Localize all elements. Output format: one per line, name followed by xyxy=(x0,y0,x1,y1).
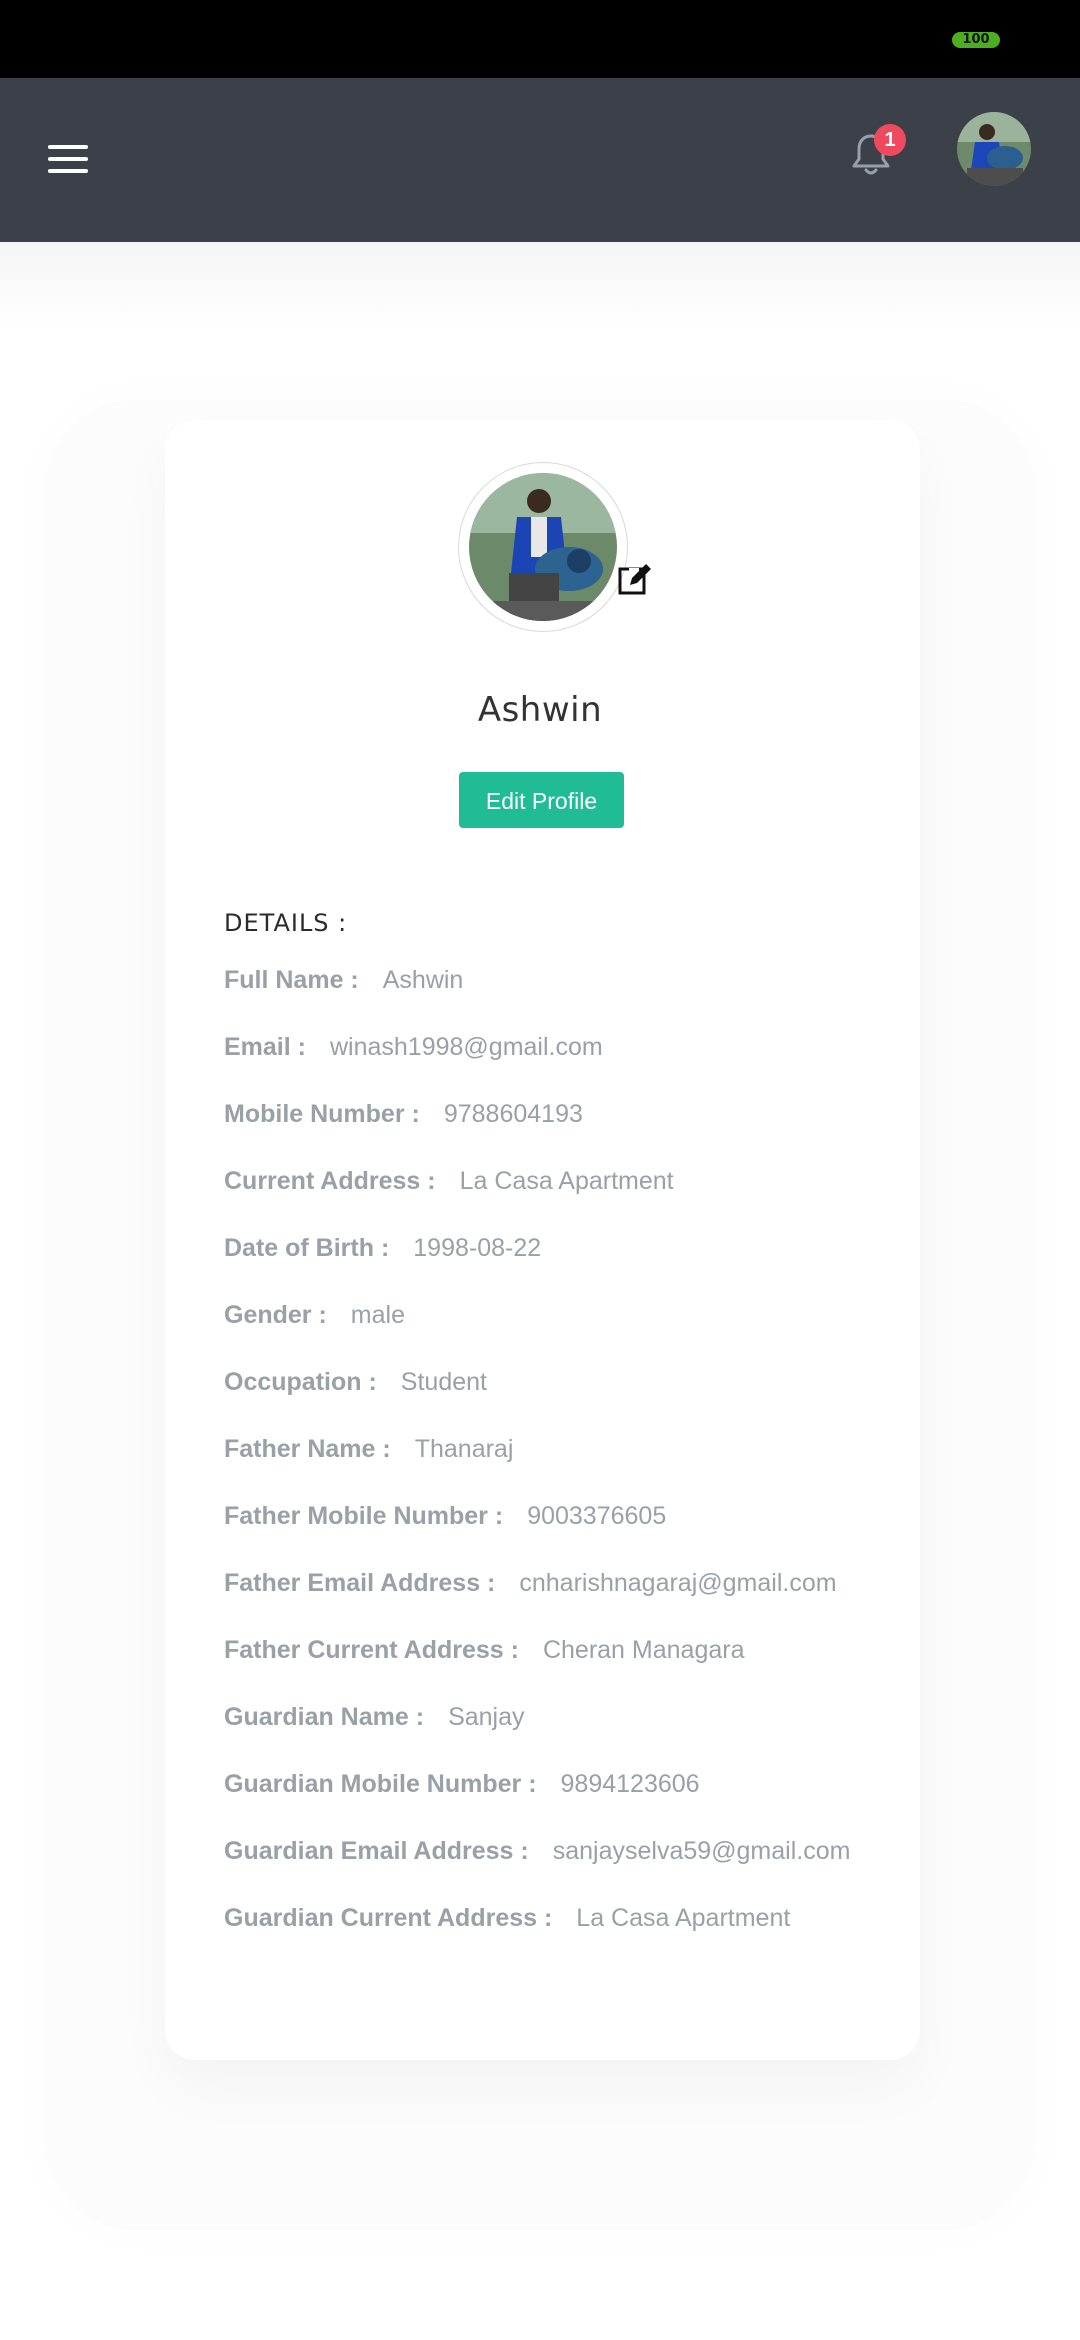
detail-row-guardian-mobile-number: Guardian Mobile Number : 9894123606 xyxy=(224,1770,700,1799)
detail-value: Thanaraj xyxy=(414,1435,514,1463)
hamburger-menu-icon[interactable] xyxy=(48,143,92,179)
detail-row-occupation: Occupation : Student xyxy=(224,1368,487,1397)
detail-row-father-address: Father Current Address : Cheran Managara xyxy=(224,1636,744,1665)
detail-value: 9894123606 xyxy=(560,1770,700,1798)
detail-row-gender: Gender : male xyxy=(224,1301,405,1330)
detail-label: Gender : xyxy=(224,1301,327,1329)
detail-value: sanjayselva59@gmail.com xyxy=(552,1837,851,1865)
detail-row-full-name: Full Name : Ashwin xyxy=(224,966,463,995)
detail-value: 9003376605 xyxy=(527,1502,667,1530)
detail-value: male xyxy=(350,1301,405,1329)
detail-row-current-address: Current Address : La Casa Apartment xyxy=(224,1167,674,1196)
detail-label: Guardian Mobile Number : xyxy=(224,1770,537,1798)
detail-value: Ashwin xyxy=(382,966,464,994)
header-avatar[interactable] xyxy=(957,112,1031,186)
detail-label: Father Current Address : xyxy=(224,1636,519,1664)
details-heading: DETAILS : xyxy=(224,909,348,937)
status-bar: 100 xyxy=(0,0,1080,78)
detail-label: Email : xyxy=(224,1033,306,1061)
detail-label: Father Name : xyxy=(224,1435,391,1463)
detail-row-date-of-birth: Date of Birth : 1998-08-22 xyxy=(224,1234,541,1263)
detail-value: La Casa Apartment xyxy=(459,1167,674,1195)
detail-value: 9788604193 xyxy=(443,1100,583,1128)
detail-row-guardian-address: Guardian Current Address : La Casa Apartm… xyxy=(224,1904,790,1933)
detail-label: Mobile Number : xyxy=(224,1100,420,1128)
edit-photo-icon[interactable] xyxy=(618,563,652,595)
detail-value: Cheran Managara xyxy=(542,1636,745,1664)
app-header: 1 xyxy=(0,78,1080,242)
detail-label: Full Name : xyxy=(224,966,359,994)
profile-name: Ashwin xyxy=(477,690,603,730)
detail-row-guardian-email: Guardian Email Address : sanjayselva59@gm… xyxy=(224,1837,850,1866)
notification-count-badge: 1 xyxy=(874,124,906,156)
detail-row-guardian-name: Guardian Name : Sanjay xyxy=(224,1703,525,1732)
header-shadow xyxy=(0,242,1080,332)
detail-label: Guardian Email Address : xyxy=(224,1837,529,1865)
detail-label: Date of Birth : xyxy=(224,1234,390,1262)
edit-profile-button[interactable]: Edit Profile xyxy=(459,772,624,828)
notification-button[interactable]: 1 xyxy=(848,124,908,194)
detail-row-father-name: Father Name : Thanaraj xyxy=(224,1435,513,1464)
detail-label: Guardian Current Address : xyxy=(224,1904,553,1932)
detail-value: cnharishnagaraj@gmail.com xyxy=(519,1569,837,1597)
detail-label: Current Address : xyxy=(224,1167,436,1195)
battery-indicator: 100 xyxy=(952,32,1000,48)
detail-label: Guardian Name : xyxy=(224,1703,425,1731)
detail-row-email: Email : winash1998@gmail.com xyxy=(224,1033,603,1062)
profile-avatar xyxy=(458,462,628,632)
detail-value: winash1998@gmail.com xyxy=(329,1033,603,1061)
detail-value: Sanjay xyxy=(448,1703,525,1731)
detail-value: 1998-08-22 xyxy=(413,1234,542,1262)
detail-row-father-email: Father Email Address : cnharishnagaraj@gm… xyxy=(224,1569,837,1598)
detail-label: Father Mobile Number : xyxy=(224,1502,504,1530)
detail-label: Occupation : xyxy=(224,1368,377,1396)
detail-value: Student xyxy=(400,1368,487,1396)
detail-value: La Casa Apartment xyxy=(576,1904,791,1932)
detail-row-father-mobile-number: Father Mobile Number : 9003376605 xyxy=(224,1502,666,1531)
detail-label: Father Email Address : xyxy=(224,1569,496,1597)
detail-row-mobile-number: Mobile Number : 9788604193 xyxy=(224,1100,583,1129)
